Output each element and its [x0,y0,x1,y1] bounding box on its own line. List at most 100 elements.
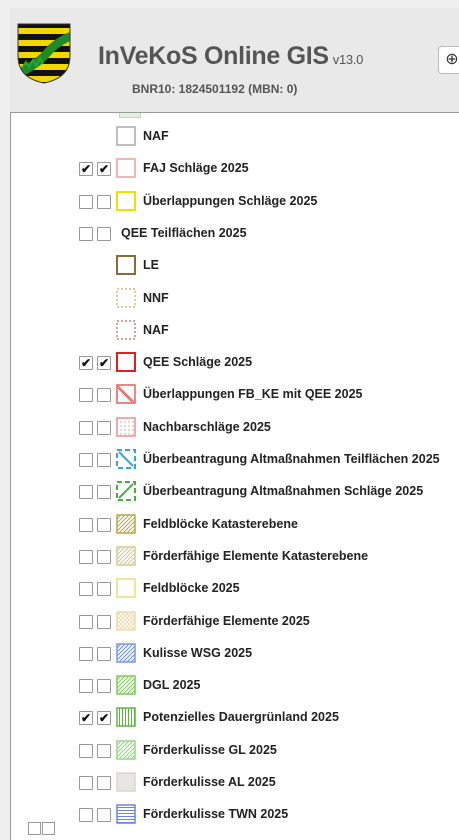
naf-gray-square-icon [115,125,137,147]
olive-hatched-square-icon [115,513,137,535]
layer-row[interactable]: Feldblöcke 2025 [11,577,459,601]
layer-row[interactable]: NNF [11,287,459,311]
blue-hatched-square-icon [115,642,137,664]
layer-selectable-checkbox[interactable] [97,549,111,564]
layer-visibility-checkbox[interactable]: ✔ [79,162,93,177]
layer-visibility-checkbox[interactable] [79,614,93,629]
layer-row[interactable]: ✔ ✔ Potenzielles Dauergrünland 2025 [11,706,459,730]
layer-label: Förderkulisse TWN 2025 [143,807,289,822]
layer-label: Nachbarschläge 2025 [143,419,271,434]
layer-label: Potenzielles Dauergrünland 2025 [143,710,339,725]
layer-label: Kulisse WSG 2025 [143,645,253,660]
layer-visibility-checkbox[interactable] [79,485,93,500]
layer-label: Förderfähige Elemente Katasterebene [143,548,369,563]
layer-visibility-checkbox[interactable] [79,517,93,532]
layer-visibility-checkbox[interactable] [79,743,93,758]
app-header: InVeKoS Online GIS v13.0 BNR10: 182450119… [10,8,459,112]
tree-footer-checkboxes [28,820,55,835]
app-title-text: InVeKoS Online GIS [98,42,329,70]
layer-label: Überbeantragung Altmaßnahmen Teilflächen… [143,452,440,466]
layer-selectable-checkbox[interactable] [97,582,111,597]
layer-row[interactable]: Förderfähige Elemente Katasterebene [11,545,459,569]
layer-visibility-checkbox[interactable] [79,388,93,403]
layer-label: Förderfähige Elemente 2025 [143,613,310,628]
layer-label: Förderkulisse GL 2025 [143,742,277,757]
layer-row[interactable]: ✔ ✔ FAJ Schläge 2025 [11,157,459,181]
layer-label: Überlappungen Schläge 2025 [143,193,318,208]
layer-selectable-checkbox[interactable] [97,808,111,823]
layer-visibility-checkbox[interactable] [79,194,93,209]
layer-row[interactable]: Förderkulisse AL 2025 [11,771,459,795]
layer-selectable-checkbox[interactable] [97,388,111,403]
lightgreen-hatched-square-icon [115,739,137,761]
green-dashed-square-icon [115,480,137,502]
layer-selectable-checkbox[interactable] [97,679,111,694]
layer-row[interactable]: Nachbarschläge 2025 [11,416,459,440]
layer-visibility-checkbox[interactable] [79,420,93,435]
layer-selectable-checkbox[interactable]: ✔ [97,711,111,726]
layer-row[interactable]: ✔ ✔ QEE Schläge 2025 [11,351,459,375]
layer-selectable-checkbox[interactable] [97,743,111,758]
layer-tree-panel[interactable]: NAF ✔ ✔ FAJ Schläge 2025 Überlappungen Schlä… [10,112,459,840]
layer-selectable-checkbox[interactable] [97,614,111,629]
layer-label: FAJ Schläge 2025 [143,161,249,176]
layer-selectable-checkbox[interactable]: ✔ [97,356,111,371]
layer-selectable-checkbox[interactable] [97,420,111,435]
yellow-outline-square-icon [115,190,137,212]
layer-visibility-checkbox[interactable] [79,226,93,241]
khaki-hatched-square-icon [115,545,137,567]
brown-outline-square-icon [115,254,137,276]
layer-selectable-checkbox[interactable] [97,517,111,532]
layer-row[interactable]: DGL 2025 [11,674,459,698]
layer-visibility-checkbox[interactable] [79,453,93,467]
tan-dotted-square-icon [115,287,137,309]
layer-label: NAF [143,129,169,143]
layer-label: Überbeantragung Altmaßnahmen Schläge 202… [143,484,424,499]
layer-visibility-checkbox[interactable] [79,646,93,661]
layer-visibility-checkbox[interactable] [79,549,93,564]
layer-row[interactable]: Kulisse WSG 2025 [11,642,459,666]
layer-visibility-checkbox[interactable] [79,582,93,597]
layer-row[interactable]: Feldblöcke Katasterebene [11,513,459,537]
symbol-fragment-top [119,113,141,118]
green-vertical-lines-square-icon [115,706,137,728]
layer-row[interactable]: Förderkulisse TWN 2025 [11,803,459,827]
layer-selectable-checkbox[interactable] [97,646,111,661]
layer-row[interactable]: Überbeantragung Altmaßnahmen Schläge 202… [11,480,459,504]
pink-outline-square-icon [115,157,137,179]
layer-selectable-checkbox[interactable] [97,485,111,500]
layer-label: Überlappungen FB_KE mit QEE 2025 [143,387,363,402]
layer-row[interactable]: Überlappungen Schläge 2025 [11,190,459,214]
layer-visibility-checkbox[interactable]: ✔ [79,711,93,726]
zoom-in-button[interactable]: ⊕ [438,46,459,74]
layer-row[interactable]: NAF [11,319,459,343]
layer-row[interactable]: NAF [11,125,459,149]
red-dotgrid-square-icon [115,416,137,438]
layer-label: NAF [143,322,169,337]
layer-visibility-checkbox[interactable]: ✔ [79,356,93,371]
layer-visibility-checkbox[interactable] [79,679,93,694]
layer-label: Feldblöcke 2025 [143,581,240,596]
layer-visibility-checkbox[interactable] [79,776,93,790]
layer-row[interactable]: LE [11,254,459,278]
layer-selectable-checkbox[interactable] [97,226,111,241]
green-hatched-square-icon [115,674,137,696]
saxony-coat-of-arms-logo [16,22,72,84]
red-dotted-square-icon [115,319,137,341]
layer-row[interactable]: Förderfähige Elemente 2025 [11,610,459,634]
layer-label: DGL 2025 [143,678,201,693]
layer-row[interactable]: Überlappungen FB_KE mit QEE 2025 [11,383,459,407]
layer-selectable-checkbox[interactable] [97,194,111,209]
layer-row[interactable]: Überbeantragung Altmaßnahmen Teilflächen… [11,448,459,472]
layer-label: LE [143,258,159,273]
bnr-info: BNR10: 1824501192 (MBN: 0) [132,82,298,96]
layer-selectable-checkbox[interactable] [97,776,111,790]
layer-selectable-checkbox[interactable]: ✔ [97,162,111,177]
layer-visibility-checkbox[interactable] [79,808,93,823]
layer-label: Feldblöcke Katasterebene [143,516,298,531]
layer-selectable-checkbox[interactable] [97,453,111,467]
layer-label: QEE Teilflächen 2025 [121,225,247,240]
red-hatched-square-icon [115,383,137,405]
layer-row[interactable]: Förderkulisse GL 2025 [11,739,459,763]
layer-row[interactable]: QEE Teilflächen 2025 [11,222,459,246]
